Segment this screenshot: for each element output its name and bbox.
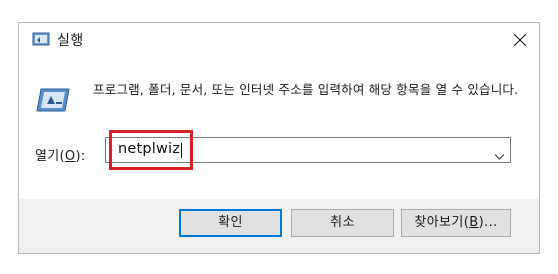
run-icon [31, 31, 51, 47]
browse-button[interactable]: 찾아보기(B)... [401, 209, 511, 237]
browse-label-prefix: 찾아보기( [414, 215, 470, 230]
run-large-icon [35, 85, 71, 115]
open-input-value[interactable]: netplwiz [118, 141, 180, 157]
screenshot: 실행 프로그램, 폴더, 문서, 또는 인터넷 주소를 입력하여 해당 항목을 … [0, 0, 558, 274]
instruction-text: 프로그램, 폴더, 문서, 또는 인터넷 주소를 입력하여 해당 항목을 열 수… [93, 82, 519, 97]
close-icon [513, 33, 527, 47]
run-dialog: 실행 프로그램, 폴더, 문서, 또는 인터넷 주소를 입력하여 해당 항목을 … [18, 22, 540, 254]
chevron-down-icon[interactable] [494, 146, 505, 160]
cancel-button[interactable]: 취소 [291, 209, 394, 237]
close-button[interactable] [507, 27, 533, 53]
open-combobox[interactable]: netplwiz [105, 137, 511, 163]
open-label: 열기(O): [35, 145, 86, 164]
open-label-accelerator: O [64, 149, 76, 164]
title-bar[interactable]: 실행 [19, 23, 539, 57]
browse-label-accelerator: B [469, 215, 479, 230]
browse-label-suffix: )... [478, 215, 498, 230]
window-title: 실행 [57, 33, 84, 49]
text-caret [181, 143, 182, 158]
open-label-prefix: 열기( [35, 149, 65, 164]
ok-button[interactable]: 확인 [179, 209, 282, 237]
open-label-suffix: ): [75, 149, 86, 164]
